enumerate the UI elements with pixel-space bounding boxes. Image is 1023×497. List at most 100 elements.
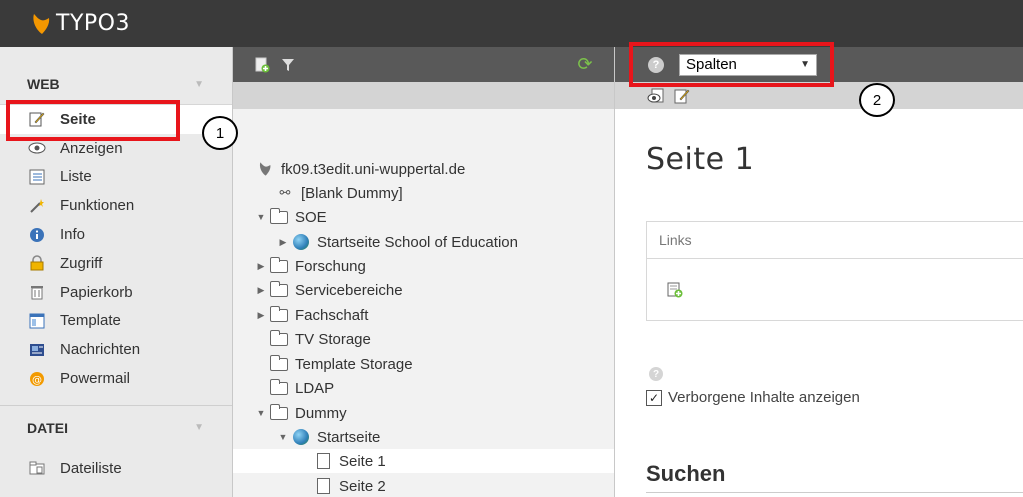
collapse-icon[interactable]: ▼ (194, 422, 204, 433)
module-item-label: Zugriff (60, 254, 103, 272)
module-item-info[interactable]: Info (0, 220, 232, 249)
tree-node[interactable]: ▶ Forschung (255, 254, 366, 278)
folder-icon (269, 256, 289, 274)
tree-node[interactable]: LDAP (255, 376, 334, 400)
tree-node[interactable]: ▼ SOE (255, 205, 327, 229)
filter-icon[interactable] (279, 56, 297, 74)
page-tree-panel: ⟳ fk09.t3edit.uni-wuppertal.de ⚯ [Blank … (233, 47, 614, 497)
module-item-label: Funktionen (60, 197, 135, 215)
tree-node-selected[interactable]: Seite 1 (233, 449, 614, 473)
tree-node[interactable]: ▶ Servicebereiche (255, 278, 403, 302)
svg-text:@: @ (32, 375, 42, 386)
column-header: Links (647, 222, 1023, 259)
module-item-label: Liste (60, 168, 92, 186)
tree-node-label: LDAP (295, 379, 335, 397)
module-item-label: Nachrichten (60, 341, 141, 359)
module-item-papierkorb[interactable]: Papierkorb (0, 278, 232, 307)
module-item-zugriff[interactable]: Zugriff (0, 249, 232, 278)
page-tree-toolbar: ⟳ (233, 47, 614, 82)
news-icon (27, 341, 47, 359)
expand-icon[interactable]: ▼ (255, 408, 267, 418)
new-content-icon[interactable] (667, 282, 683, 298)
module-item-dateiliste[interactable]: Dateiliste (0, 454, 232, 483)
app-title: TYPO3 (56, 11, 130, 36)
folder-icon (269, 354, 289, 372)
page-title: Seite 1 (646, 142, 755, 177)
module-item-label: Info (60, 226, 86, 244)
eye-icon (27, 139, 47, 157)
module-group-datei[interactable]: DATEI ▼ (0, 408, 232, 448)
tree-root[interactable]: fk09.t3edit.uni-wuppertal.de (255, 157, 465, 181)
module-group-web[interactable]: WEB ▼ (0, 64, 232, 104)
module-group-label: DATEI (27, 419, 68, 436)
tree-node[interactable]: ▶ Fachschaft (255, 303, 368, 327)
tree-node[interactable]: TV Storage (255, 327, 371, 351)
module-item-label: Papierkorb (60, 283, 133, 301)
filelist-icon (27, 459, 47, 477)
folder-icon (269, 207, 289, 225)
highlight-box-view-select (629, 42, 834, 87)
page-icon (313, 478, 333, 494)
module-list-datei: Dateiliste (0, 448, 232, 483)
link-icon: ⚯ (279, 185, 291, 200)
show-hidden-label: Verborgene Inhalte anzeigen (668, 389, 860, 406)
module-item-funktionen[interactable]: Funktionen (0, 191, 232, 220)
tree-node-label: [Blank Dummy] (301, 184, 403, 202)
help-icon[interactable]: ? (649, 367, 663, 381)
wand-icon (27, 197, 47, 215)
template-icon (27, 312, 47, 330)
module-divider (0, 404, 232, 406)
list-icon (27, 168, 47, 186)
module-item-powermail[interactable]: @ Powermail (0, 364, 232, 393)
tree-node-label: Template Storage (295, 355, 413, 373)
collapse-icon[interactable]: ▼ (194, 79, 204, 90)
refresh-icon[interactable]: ⟳ (576, 54, 594, 74)
top-bar: TYPO3 (0, 0, 1023, 47)
tree-node[interactable]: Seite 2 (299, 474, 386, 497)
globe-icon (291, 234, 311, 250)
typo3-logo-icon[interactable] (30, 12, 52, 36)
tree-node[interactable]: ▼ Startseite (277, 425, 381, 449)
tree-node-label: Seite 1 (339, 452, 386, 470)
folder-icon (269, 305, 289, 323)
tree-node-label: Startseite (317, 428, 381, 446)
tree-node-label: SOE (295, 208, 327, 226)
expand-icon[interactable]: ▼ (277, 432, 289, 442)
tree-node-label: Dummy (295, 404, 347, 422)
module-item-label: Anzeigen (60, 139, 123, 157)
new-page-icon[interactable] (253, 56, 271, 74)
module-item-nachrichten[interactable]: Nachrichten (0, 335, 232, 364)
tree-node[interactable]: Template Storage (255, 352, 413, 376)
search-heading: Suchen (646, 461, 726, 486)
trash-icon (27, 283, 47, 301)
show-hidden-row[interactable]: ✓ Verborgene Inhalte anzeigen (646, 389, 860, 406)
view-page-icon[interactable] (647, 87, 665, 105)
tree-node[interactable]: ⚯ [Blank Dummy] (261, 181, 403, 205)
expand-icon[interactable]: ▶ (277, 237, 289, 248)
tree-node-label: Forschung (295, 257, 366, 275)
module-list-web: Seite Anzeigen Liste Funktionen Info Zug… (0, 104, 232, 393)
page-icon (313, 453, 333, 469)
module-group-label: WEB (27, 76, 60, 92)
show-hidden-checkbox[interactable]: ✓ (646, 389, 662, 406)
tree-root-label: fk09.t3edit.uni-wuppertal.de (281, 160, 466, 178)
annotation-marker-1: 1 (202, 116, 238, 150)
module-item-liste[interactable]: Liste (0, 163, 232, 192)
module-item-label: Powermail (60, 370, 131, 388)
expand-icon[interactable]: ▶ (255, 285, 267, 296)
module-item-template[interactable]: Template (0, 307, 232, 336)
expand-icon[interactable]: ▼ (255, 212, 267, 222)
module-item-label: Dateiliste (60, 459, 122, 477)
folder-icon (269, 280, 289, 298)
tree-node[interactable]: ▼ Dummy (255, 401, 347, 425)
expand-icon[interactable]: ▶ (255, 310, 267, 321)
expand-icon[interactable]: ▶ (255, 261, 267, 272)
tree-node-label: Servicebereiche (295, 281, 403, 299)
content-column: Links (646, 221, 1023, 321)
tree-node[interactable]: ▶ Startseite School of Education (277, 230, 518, 254)
folder-icon (269, 378, 289, 396)
tree-node-label: TV Storage (295, 330, 371, 348)
content-area: ? Spalten ▼ Seite 1 Links ? ✓ Verborgene… (614, 47, 1023, 497)
powermail-icon: @ (27, 370, 47, 388)
edit-page-properties-icon[interactable] (673, 87, 691, 105)
